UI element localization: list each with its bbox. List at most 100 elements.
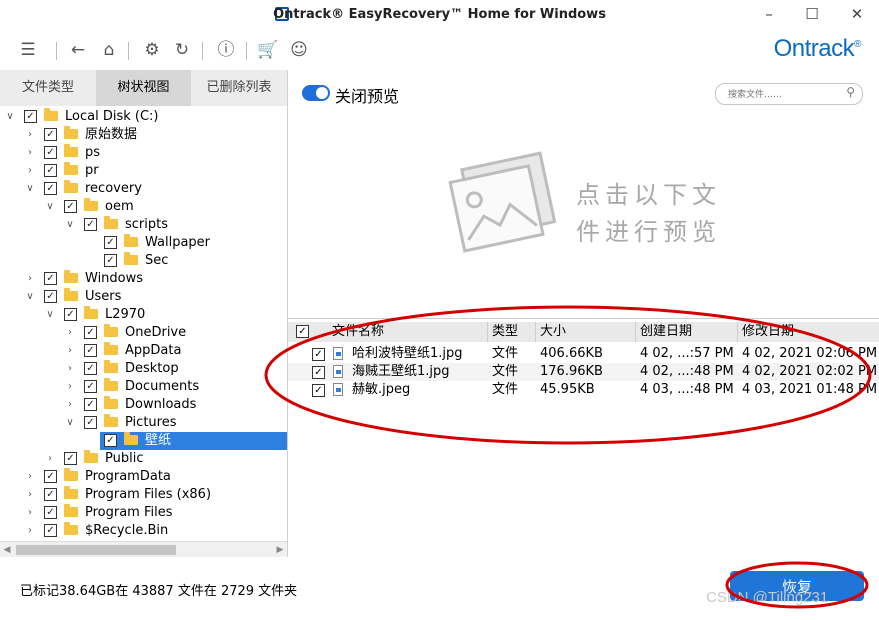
tree-checkbox[interactable]: ✓ — [44, 506, 57, 519]
chevron-right-icon[interactable]: › — [64, 378, 76, 396]
scroll-left-icon[interactable]: ◀ — [0, 542, 14, 558]
tree-item[interactable]: ∨ ✓ Pictures — [0, 414, 287, 432]
chevron-down-icon[interactable]: ∨ — [24, 288, 36, 306]
horizontal-scrollbar[interactable]: ◀ ▶ — [0, 541, 287, 558]
tree-item[interactable]: ∨ ✓ Local Disk (C:) — [0, 108, 287, 126]
tree-checkbox[interactable]: ✓ — [84, 344, 97, 357]
chevron-right-icon[interactable]: › — [24, 126, 36, 144]
column-header-type[interactable]: 类型 — [488, 322, 536, 342]
tree-checkbox[interactable]: ✓ — [104, 236, 117, 249]
tree-item[interactable]: ✓ Sec — [0, 252, 287, 270]
tree-checkbox[interactable]: ✓ — [24, 110, 37, 123]
tree-item[interactable]: › ✓ OneDrive — [0, 324, 287, 342]
tree-checkbox[interactable]: ✓ — [44, 182, 57, 195]
minimize-icon[interactable]: – — [754, 4, 784, 24]
chevron-down-icon[interactable]: ∨ — [4, 108, 16, 126]
home-icon[interactable]: ⌂ — [97, 38, 121, 62]
tree-item[interactable]: ∨ ✓ scripts — [0, 216, 287, 234]
tree-checkbox[interactable]: ✓ — [84, 416, 97, 429]
tree-item[interactable]: › ✓ Downloads — [0, 396, 287, 414]
tree-item[interactable]: ∨ ✓ recovery — [0, 180, 287, 198]
chevron-right-icon[interactable]: › — [64, 324, 76, 342]
tree-checkbox[interactable]: ✓ — [44, 164, 57, 177]
history-icon[interactable]: ↻ — [170, 38, 194, 62]
menu-icon[interactable]: ☰ — [16, 38, 40, 62]
tree-item[interactable]: › ✓ Documents — [0, 378, 287, 396]
chevron-right-icon[interactable]: › — [44, 450, 56, 468]
tree-item[interactable]: › ✓ Public — [0, 450, 287, 468]
tab-file-type[interactable]: 文件类型 — [0, 70, 96, 106]
tree-checkbox[interactable]: ✓ — [64, 308, 77, 321]
column-header-size[interactable]: 大小 — [536, 322, 636, 342]
chevron-right-icon[interactable]: › — [64, 360, 76, 378]
tree-checkbox[interactable]: ✓ — [44, 272, 57, 285]
search-box[interactable]: ⚲ — [715, 83, 863, 105]
tree-checkbox[interactable]: ✓ — [84, 398, 97, 411]
table-row[interactable]: ✓ 哈利波特壁纸1.jpg 文件 406.66KB 4 02, ...:57 PM 4 0… — [288, 345, 879, 363]
tree-checkbox[interactable]: ✓ — [84, 380, 97, 393]
chevron-right-icon[interactable]: › — [24, 144, 36, 162]
info-icon[interactable]: ⓘ — [214, 38, 238, 62]
tree-checkbox[interactable]: ✓ — [104, 434, 117, 447]
search-input[interactable] — [726, 86, 838, 103]
back-icon[interactable]: ← — [66, 38, 90, 62]
tree-checkbox[interactable]: ✓ — [64, 452, 77, 465]
search-icon[interactable]: ⚲ — [846, 85, 855, 99]
tree-checkbox[interactable]: ✓ — [44, 524, 57, 537]
preview-toggle[interactable] — [302, 85, 330, 101]
scrollbar-thumb[interactable] — [16, 545, 176, 555]
tree-item[interactable]: › ✓ Desktop — [0, 360, 287, 378]
tree-item[interactable]: ∨ ✓ Users — [0, 288, 287, 306]
chevron-down-icon[interactable]: ∨ — [64, 216, 76, 234]
tree-item[interactable]: ∨ ✓ oem — [0, 198, 287, 216]
chevron-right-icon[interactable]: › — [24, 468, 36, 486]
tree-item[interactable]: ✓ 壁纸 — [0, 432, 287, 450]
chevron-right-icon[interactable]: › — [64, 342, 76, 360]
chevron-down-icon[interactable]: ∨ — [44, 306, 56, 324]
tree-item[interactable]: › ✓ Windows — [0, 270, 287, 288]
tree-item[interactable]: ✓ Wallpaper — [0, 234, 287, 252]
maximize-icon[interactable]: ☐ — [797, 4, 827, 24]
chevron-right-icon[interactable]: › — [24, 522, 36, 540]
file-checkbox[interactable]: ✓ — [312, 366, 325, 379]
tree-item[interactable]: › ✓ ProgramData — [0, 468, 287, 486]
chevron-down-icon[interactable]: ∨ — [24, 180, 36, 198]
tree-checkbox[interactable]: ✓ — [84, 362, 97, 375]
gear-icon[interactable]: ⚙ — [140, 38, 164, 62]
chevron-right-icon[interactable]: › — [24, 486, 36, 504]
chevron-down-icon[interactable]: ∨ — [44, 198, 56, 216]
chevron-right-icon[interactable]: › — [24, 504, 36, 522]
tree-checkbox[interactable]: ✓ — [44, 146, 57, 159]
close-icon[interactable]: ✕ — [842, 4, 872, 24]
tree-item[interactable]: › ✓ AppData — [0, 342, 287, 360]
chevron-right-icon[interactable]: › — [24, 162, 36, 180]
tree-checkbox[interactable]: ✓ — [104, 254, 117, 267]
tab-deleted-list[interactable]: 已删除列表 — [191, 70, 287, 106]
tree-checkbox[interactable]: ✓ — [64, 200, 77, 213]
tree-item[interactable]: › ✓ $Recycle.Bin — [0, 522, 287, 540]
scroll-right-icon[interactable]: ▶ — [273, 542, 287, 558]
tree-item[interactable]: › ✓ pr — [0, 162, 287, 180]
tree-checkbox[interactable]: ✓ — [44, 128, 57, 141]
tab-tree-view[interactable]: 树状视图 — [96, 70, 191, 106]
select-all-checkbox[interactable]: ✓ — [296, 325, 309, 338]
file-checkbox[interactable]: ✓ — [312, 384, 325, 397]
tree-checkbox[interactable]: ✓ — [44, 470, 57, 483]
column-header-modified[interactable]: 修改日期 — [738, 322, 879, 342]
tree-item[interactable]: › ✓ Program Files — [0, 504, 287, 522]
table-row[interactable]: ✓ 海贼王壁纸1.jpg 文件 176.96KB 4 02, ...:48 PM 4 02… — [288, 363, 879, 381]
chevron-right-icon[interactable]: › — [24, 270, 36, 288]
account-icon[interactable]: ☺ — [287, 38, 311, 62]
tree-checkbox[interactable]: ✓ — [44, 290, 57, 303]
tree-item[interactable]: › ✓ ps — [0, 144, 287, 162]
chevron-down-icon[interactable]: ∨ — [64, 414, 76, 432]
tree-item[interactable]: ∨ ✓ L2970 — [0, 306, 287, 324]
tree-checkbox[interactable]: ✓ — [84, 218, 97, 231]
column-header-name[interactable]: 文件名称 — [328, 322, 488, 342]
chevron-right-icon[interactable]: › — [64, 396, 76, 414]
tree-checkbox[interactable]: ✓ — [44, 488, 57, 501]
column-header-created[interactable]: 创建日期 — [636, 322, 738, 342]
tree-item[interactable]: › ✓ 原始数据 — [0, 126, 287, 144]
tree-item[interactable]: › ✓ Program Files (x86) — [0, 486, 287, 504]
table-row[interactable]: ✓ 赫敏.jpeg 文件 45.95KB 4 03, ...:48 PM 4 03, 20… — [288, 381, 879, 399]
